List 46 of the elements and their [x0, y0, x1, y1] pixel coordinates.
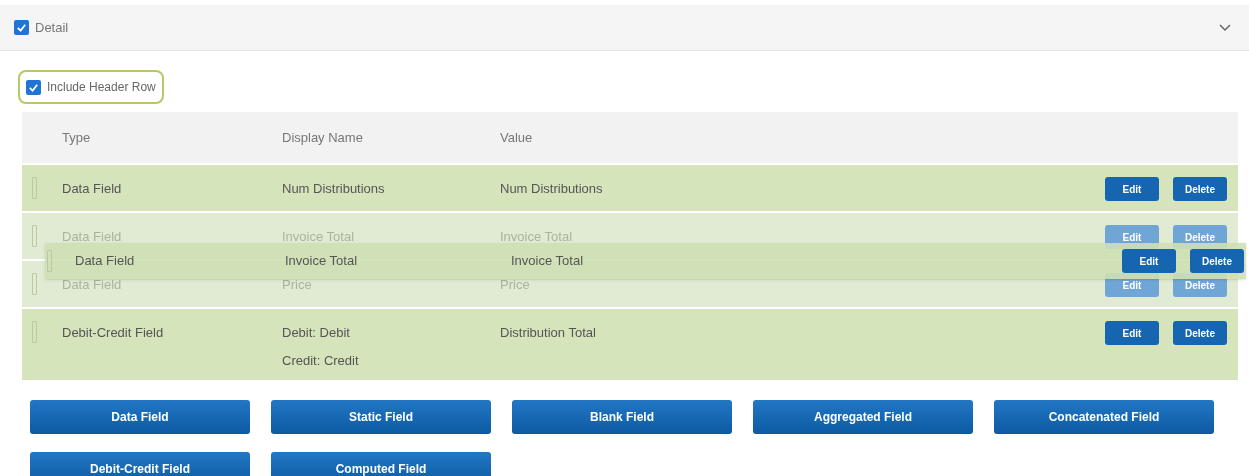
chevron-icon[interactable]: [1219, 23, 1231, 32]
table-cell-text: Data Field: [62, 276, 123, 294]
section-title: Detail: [35, 18, 69, 37]
table-cell-text: Debit: Debit: [282, 324, 351, 342]
check-icon: [16, 22, 27, 33]
table-cell-text: Credit: Credit: [282, 351, 360, 370]
table-cell-text: Price: [500, 276, 531, 294]
table-button[interactable]: Delete: [1173, 321, 1227, 345]
include-header-row-checkbox[interactable]: Include Header Row: [18, 70, 164, 104]
table-cell-text: Distribution Total: [500, 324, 597, 342]
table-cell-text: Price: [282, 276, 313, 294]
add-field-button[interactable]: Concatenated Field: [994, 400, 1214, 434]
table-cell-text: Num Distributions: [500, 180, 604, 198]
table-cell-text: Invoice Total: [500, 228, 574, 246]
table-button[interactable]: Edit: [1122, 249, 1176, 273]
drag-handle[interactable]: [32, 321, 37, 343]
drag-handle[interactable]: [32, 177, 37, 199]
table-button[interactable]: Delete: [1173, 177, 1227, 201]
table-cell-text: Invoice Total: [282, 228, 356, 246]
drag-handle[interactable]: [32, 225, 37, 247]
table-cell-text: Num Distributions: [282, 180, 386, 198]
table-row[interactable]: Data Field Num Distributions Num Distributions Edit Delete: [22, 165, 1238, 211]
table-cell-text: Data Field: [62, 180, 123, 198]
column-header: Value: [500, 128, 533, 147]
table-cell-text: Data Field: [62, 228, 123, 246]
add-field-button[interactable]: Static Field: [271, 400, 491, 434]
checkbox[interactable]: [14, 20, 29, 35]
drag-handle[interactable]: [47, 250, 52, 272]
checkbox-label: Include Header Row: [47, 79, 156, 96]
check-icon: [28, 81, 39, 93]
table-button[interactable]: Edit: [1105, 177, 1159, 201]
add-field-button[interactable]: Blank Field: [512, 400, 732, 434]
table-cell-text: Debit-Credit Field: [62, 324, 165, 342]
section-header[interactable]: Detail: [0, 5, 1249, 51]
add-field-button[interactable]: Aggregated Field: [753, 400, 973, 434]
add-field-button[interactable]: Computed Field: [271, 452, 491, 476]
column-header: Display Name: [282, 128, 364, 147]
table-button[interactable]: Edit: [1105, 321, 1159, 345]
checkbox[interactable]: [26, 79, 41, 95]
add-field-button[interactable]: Data Field: [30, 400, 250, 434]
dragged-row[interactable]: Data Field Invoice Total Invoice Total Edit Delete: [45, 243, 1246, 279]
add-field-button[interactable]: Debit-Credit Field: [30, 452, 250, 476]
column-header: Type: [62, 128, 92, 147]
table-button[interactable]: Delete: [1190, 249, 1244, 273]
table-row[interactable]: Debit-Credit Field Debit: Debit Credit: Credit Distribution Total Edit Delete: [22, 309, 1238, 380]
drag-handle[interactable]: [32, 273, 37, 295]
